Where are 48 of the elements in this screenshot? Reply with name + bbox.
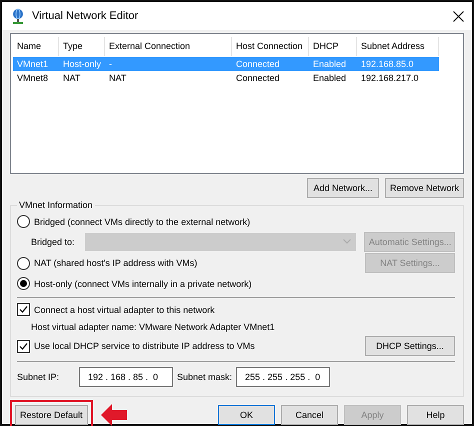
close-icon[interactable] — [453, 10, 464, 22]
table-cell-text: - — [108, 59, 113, 69]
column-header[interactable]: DHCP — [309, 37, 357, 56]
table-cell-text: VMnet8 — [16, 73, 50, 83]
table-cell-text: 192.168.85.0 — [360, 59, 415, 69]
network-globe-icon — [10, 8, 26, 24]
button[interactable]: Add Network... — [306, 178, 379, 198]
radio-label: Bridged (connect VMs directly to the external network) — [34, 216, 250, 226]
table-cell-text: VMnet1 — [16, 59, 50, 69]
checkbox-label: Connect a host virtual adapter to this network — [34, 304, 215, 314]
table-cell-text: Connected — [235, 59, 281, 69]
arrow-icon — [100, 404, 127, 426]
adapter-name-text: Host virtual adapter name: VMware Network Adapter VMnet1 — [31, 322, 275, 332]
radio-button[interactable] — [17, 277, 30, 290]
chevron-down-icon — [342, 239, 351, 244]
button[interactable]: Help — [407, 405, 464, 425]
input-field[interactable]: 192 . 168 . 85 . 0 — [79, 367, 173, 387]
checkbox[interactable] — [17, 340, 30, 352]
field-label: Subnet mask: — [177, 372, 232, 382]
field-label: Subnet IP: — [17, 372, 60, 382]
column-header[interactable]: Host Connection — [232, 37, 309, 56]
table-cell-text: NAT — [62, 73, 82, 83]
table-row[interactable]: VMnet8 NAT NAT Connected Enabled 192.168.217.0 — [13, 71, 439, 85]
button[interactable]: OK — [218, 405, 275, 425]
column-header[interactable]: Name — [13, 37, 59, 56]
field-label: Bridged to: — [31, 236, 75, 246]
restore-default-button[interactable]: Restore Default — [15, 405, 88, 425]
group-title: VMnet Information — [18, 200, 94, 210]
checkbox-label: Use local DHCP service to distribute IP address to VMs — [34, 341, 255, 351]
button[interactable]: Remove Network — [384, 178, 464, 198]
button[interactable]: DHCP Settings... — [365, 336, 455, 356]
column-header[interactable]: Type — [59, 37, 105, 56]
table-cell-text: Host-only — [62, 59, 102, 69]
input-field[interactable]: 255 . 255 . 255 . 0 — [236, 367, 330, 387]
column-header[interactable]: External Connection — [105, 37, 232, 56]
table-cell-text: 192.168.217.0 — [360, 73, 420, 83]
table-cell-text: Connected — [235, 73, 281, 83]
button[interactable]: Cancel — [281, 405, 338, 425]
table-cell-text: Enabled — [312, 59, 348, 69]
table-cell-text: Enabled — [312, 73, 348, 83]
radio-button[interactable] — [17, 256, 30, 270]
column-header[interactable]: Subnet Address — [357, 37, 439, 56]
radio-label: NAT (shared host's IP address with VMs) — [34, 258, 198, 268]
radio-button[interactable] — [17, 215, 30, 228]
radio-label: Host-only (connect VMs internally in a private network) — [34, 278, 252, 288]
table-cell-text: NAT — [108, 73, 128, 83]
checkbox[interactable] — [17, 303, 30, 316]
window-title: Virtual Network Editor — [32, 10, 140, 22]
